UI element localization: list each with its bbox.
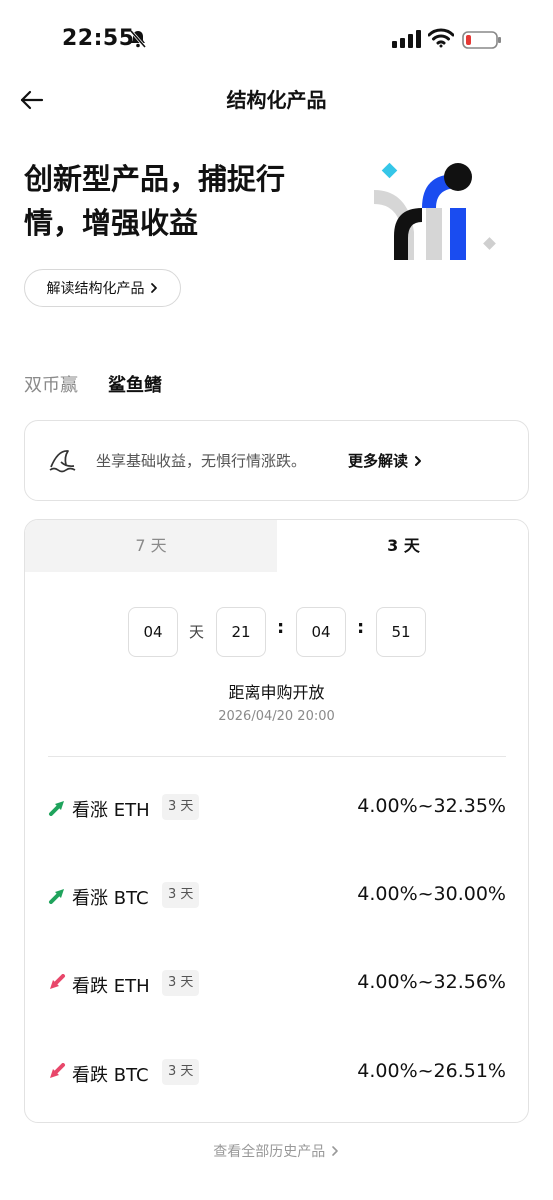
arrow-down-left-icon (50, 1063, 65, 1078)
product-row[interactable]: 看跌 ETH 3 天 4.00%~32.56% (48, 964, 506, 1004)
page-title: 结构化产品 (226, 88, 327, 112)
countdown-hours: 21 (216, 607, 266, 657)
arrow-down-left-icon (50, 974, 65, 989)
tab-shark-fin[interactable]: 鲨鱼鳍 (108, 371, 162, 397)
product-name: 看涨 BTC (72, 888, 149, 909)
info-text: 坐享基础收益，无惧行情涨跌。 (96, 452, 307, 470)
tab-dual-currency[interactable]: 双币赢 (24, 371, 78, 397)
hero-headline-line-2: 情，增强收益 (24, 206, 199, 240)
chevron-right-icon (331, 1146, 338, 1156)
yield-range: 4.00%~32.35% (357, 795, 506, 817)
tab-7-days[interactable]: 7 天 (25, 520, 277, 572)
product-name: 看跌 ETH (72, 976, 150, 997)
countdown-minutes: 04 (296, 607, 346, 657)
divider (48, 756, 506, 757)
explain-button-label: 解读结构化产品 (46, 281, 145, 297)
countdown-title: 距离申购开放 (228, 683, 325, 702)
tab-3-days[interactable]: 3 天 (277, 520, 528, 572)
signal-icon (392, 30, 421, 48)
product-row[interactable]: 看涨 ETH 3 天 4.00%~32.35% (48, 788, 506, 828)
view-history-label: 查看全部历史产品 (213, 1144, 326, 1160)
bell-muted-icon (129, 30, 147, 48)
status-time: 22:55 (62, 26, 135, 51)
product-row[interactable]: 看跌 BTC 3 天 4.00%~26.51% (48, 1053, 506, 1093)
product-name: 看涨 ETH (72, 800, 150, 821)
structured-product-illustration (374, 162, 496, 260)
term-badge: 3 天 (162, 882, 200, 908)
term-badge: 3 天 (162, 970, 200, 996)
countdown-seconds: 51 (376, 607, 426, 657)
shark-fin-icon (49, 450, 76, 473)
countdown-colon: : (277, 617, 285, 638)
more-explanation-label: 更多解读 (348, 452, 409, 470)
arrow-up-right-icon (49, 889, 64, 904)
battery-icon (462, 31, 501, 49)
yield-range: 4.00%~32.56% (357, 971, 506, 993)
term-badge: 3 天 (162, 794, 200, 820)
yield-range: 4.00%~26.51% (357, 1060, 506, 1082)
explain-structured-products-button[interactable]: 解读结构化产品 (24, 269, 181, 307)
countdown-colon: : (357, 617, 365, 638)
chevron-right-icon (150, 283, 157, 293)
wifi-icon (428, 28, 454, 48)
hero-headline-line-1: 创新型产品，捕捉行 (24, 162, 286, 196)
countdown-date: 2026/04/20 20:00 (218, 709, 335, 724)
term-badge: 3 天 (162, 1059, 200, 1085)
chevron-right-icon (415, 456, 422, 466)
yield-range: 4.00%~30.00% (357, 883, 506, 905)
countdown-day-unit: 天 (189, 623, 205, 641)
countdown-days: 04 (128, 607, 178, 657)
more-explanation-link[interactable]: 更多解读 (348, 450, 423, 471)
arrow-up-right-icon (49, 801, 64, 816)
product-name: 看跌 BTC (72, 1065, 149, 1086)
product-row[interactable]: 看涨 BTC 3 天 4.00%~30.00% (48, 876, 506, 916)
view-history-link[interactable]: 查看全部历史产品 (0, 1141, 553, 1161)
